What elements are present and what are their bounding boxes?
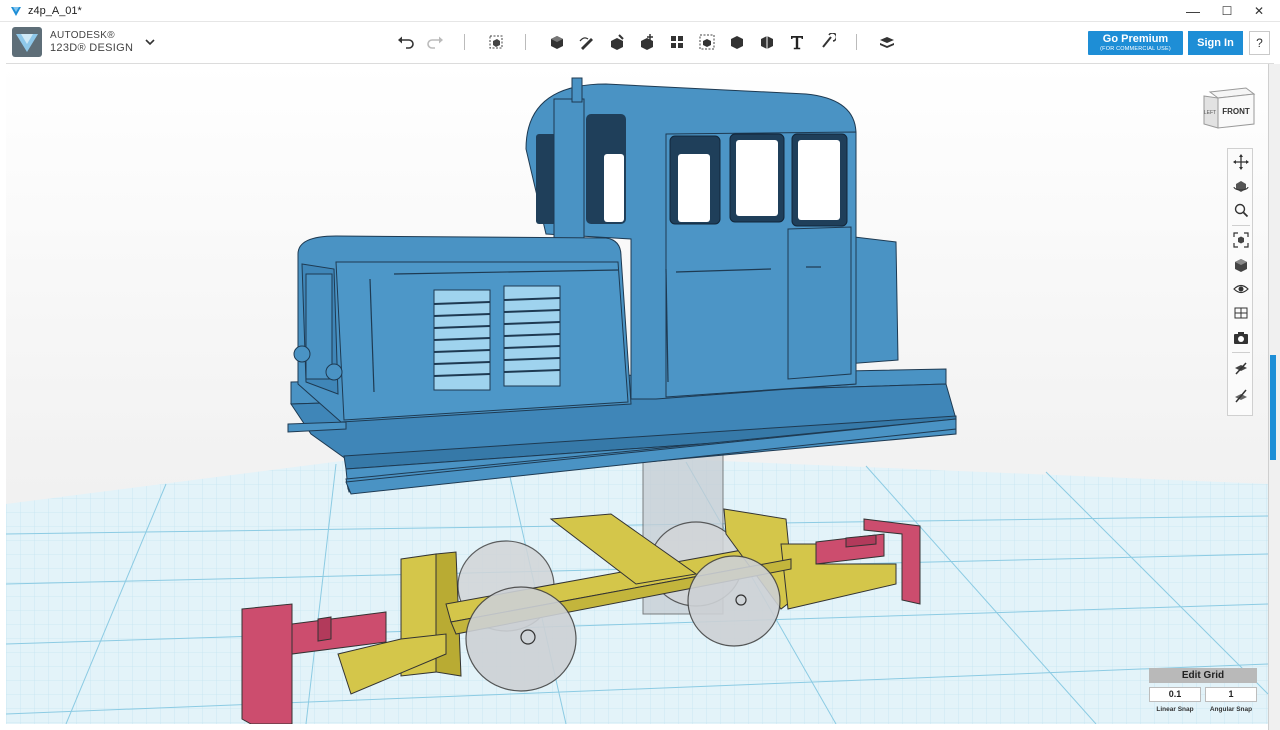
brand-line-2: 123D® DESIGN	[50, 42, 134, 54]
orbit-icon	[1233, 181, 1249, 192]
pattern-button[interactable]	[665, 31, 689, 53]
group-icon	[699, 34, 715, 50]
toolbar-separator	[525, 34, 526, 50]
go-premium-sublabel: (FOR COMMERCIAL USE)	[1100, 46, 1171, 52]
group-button[interactable]	[695, 31, 719, 53]
text-icon	[791, 36, 803, 50]
redo-icon	[427, 36, 443, 49]
nav-separator	[1232, 225, 1250, 226]
fit-icon	[1233, 232, 1249, 248]
panel-toggle[interactable]	[1270, 355, 1276, 460]
maximize-button[interactable]: ☐	[1210, 0, 1244, 22]
modify-button[interactable]	[635, 31, 659, 53]
app-logo-icon	[11, 6, 21, 16]
chevron-down-icon[interactable]	[144, 36, 156, 48]
snap-icon	[822, 33, 836, 48]
angular-snap-label: Angular Snap	[1209, 706, 1253, 713]
fit-button[interactable]	[1231, 230, 1251, 250]
view-cube-face-label: FRONT	[1222, 107, 1250, 116]
material-view-button[interactable]	[1231, 303, 1251, 323]
nav-separator	[1232, 352, 1250, 353]
linear-snap-label: Linear Snap	[1156, 706, 1194, 713]
go-premium-button[interactable]: Go Premium (FOR COMMERCIAL USE)	[1088, 31, 1183, 55]
visibility-icon	[1233, 284, 1249, 294]
brand-name[interactable]: AUTODESK® 123D® DESIGN	[50, 30, 133, 54]
go-premium-label: Go Premium	[1102, 33, 1169, 45]
window-title: z4p_A_01*	[28, 4, 82, 17]
wheel-front-right	[687, 555, 781, 647]
combine-icon	[731, 36, 743, 49]
navigation-bar	[1227, 148, 1253, 416]
app-toolbar: AUTODESK® 123D® DESIGN Go Premium (FOR C…	[6, 22, 1274, 64]
orbit-button[interactable]	[1231, 176, 1251, 196]
edit-grid-button[interactable]: Edit Grid	[1149, 668, 1257, 683]
zoom-button[interactable]	[1231, 200, 1251, 220]
zoom-icon	[1234, 203, 1249, 218]
angular-snap-input[interactable]: 1	[1205, 687, 1257, 702]
measure-icon	[761, 36, 773, 49]
view-cube-side-label: LEFT	[1204, 110, 1216, 116]
snap-view-icon	[1235, 389, 1247, 403]
view-cube[interactable]: FRONT LEFT	[1202, 84, 1258, 132]
autodesk-logo-icon[interactable]	[12, 27, 42, 57]
modify-icon	[641, 34, 653, 50]
material-icon	[880, 37, 894, 48]
pattern-icon	[671, 36, 683, 48]
transform-button[interactable]	[484, 31, 508, 53]
camera-button[interactable]	[1231, 328, 1251, 348]
help-button[interactable]: ?	[1249, 31, 1270, 55]
combine-button[interactable]	[725, 31, 749, 53]
view-icon	[1235, 259, 1247, 272]
construct-button[interactable]	[605, 31, 629, 53]
toolbar-separator	[464, 34, 465, 50]
pan-icon	[1233, 154, 1249, 170]
linear-snap-input[interactable]: 0.1	[1149, 687, 1201, 702]
pan-button[interactable]	[1231, 152, 1251, 172]
visibility-button[interactable]	[1231, 279, 1251, 299]
snap-view-button[interactable]	[1231, 386, 1251, 406]
transform-icon	[489, 35, 503, 49]
undo-icon	[398, 36, 414, 49]
3d-viewport[interactable]	[6, 64, 1268, 724]
sketch-button[interactable]	[575, 31, 599, 53]
text-button[interactable]	[785, 31, 809, 53]
material-button[interactable]	[875, 31, 899, 53]
sign-in-button[interactable]: Sign In	[1188, 31, 1243, 55]
close-button[interactable]: ✕	[1242, 0, 1276, 22]
primitives-button[interactable]	[545, 31, 569, 53]
edit-grid-panel: Edit Grid 0.1 1 Linear Snap Angular Snap	[1149, 668, 1257, 720]
redo-button[interactable]	[423, 31, 447, 53]
material-view-icon	[1234, 307, 1248, 319]
measure-button[interactable]	[755, 31, 779, 53]
brand-line-1: AUTODESK®	[50, 30, 115, 41]
minimize-button[interactable]: —	[1176, 0, 1210, 22]
window-titlebar: z4p_A_01* — ☐ ✕	[0, 0, 1280, 22]
scene-canvas[interactable]	[6, 64, 1268, 724]
undo-button[interactable]	[394, 31, 418, 53]
snap-button[interactable]	[815, 31, 839, 53]
view-button[interactable]	[1231, 255, 1251, 275]
sketch-icon	[579, 37, 593, 50]
grid-button[interactable]	[1231, 358, 1251, 378]
toolbar-separator	[856, 34, 857, 50]
camera-icon	[1234, 332, 1248, 344]
wheel-front-left	[465, 586, 577, 692]
primitives-icon	[551, 36, 563, 49]
grid-icon	[1235, 362, 1247, 375]
construct-icon	[611, 34, 624, 50]
